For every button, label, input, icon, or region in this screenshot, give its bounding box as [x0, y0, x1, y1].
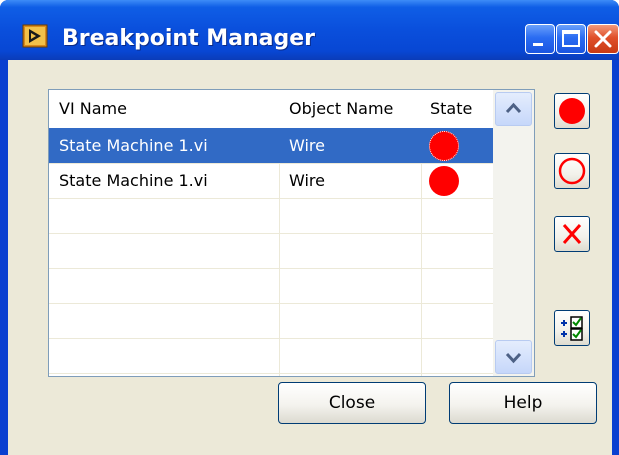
column-header-object-name[interactable]: Object Name — [289, 90, 393, 128]
table-row[interactable]: State Machine 1.vi Wire — [49, 163, 493, 198]
help-button[interactable]: Help — [449, 382, 597, 424]
show-options-button[interactable] — [554, 310, 590, 346]
table-row[interactable]: State Machine 1.vi Wire — [49, 128, 493, 163]
object-name-cell: Wire — [289, 171, 325, 190]
breakpoint-enabled-icon — [429, 131, 459, 161]
row-divider — [49, 268, 493, 269]
breakpoint-manager-window: Breakpoint Manager VI Name Object Name S… — [0, 0, 619, 455]
filled-red-circle-icon — [559, 98, 585, 124]
red-x-icon — [562, 224, 582, 244]
enable-breakpoint-button[interactable] — [554, 93, 590, 129]
state-cell[interactable] — [422, 128, 493, 163]
chevron-down-icon — [505, 352, 522, 364]
close-window-button[interactable] — [587, 24, 619, 54]
add-checkbox-icon — [561, 316, 583, 341]
breakpoint-enabled-icon — [429, 166, 459, 196]
breakpoint-list[interactable]: VI Name Object Name State State Machine … — [48, 89, 535, 377]
row-divider — [49, 198, 493, 199]
hollow-red-circle-icon — [558, 157, 586, 185]
minimize-button[interactable] — [525, 24, 555, 54]
column-header-vi-name[interactable]: VI Name — [59, 90, 127, 128]
minimize-icon — [533, 43, 543, 46]
close-icon — [594, 30, 612, 48]
disable-breakpoint-button[interactable] — [554, 153, 590, 189]
scroll-up-button[interactable] — [495, 92, 532, 126]
chevron-up-icon — [505, 102, 522, 114]
column-header-state[interactable]: State — [430, 90, 472, 128]
object-name-cell: Wire — [289, 136, 325, 155]
row-divider — [49, 373, 493, 374]
row-divider — [49, 303, 493, 304]
dialog-body: VI Name Object Name State State Machine … — [8, 60, 612, 455]
row-divider — [49, 338, 493, 339]
labview-app-icon — [22, 24, 48, 48]
clear-breakpoint-button[interactable] — [554, 216, 590, 252]
state-cell[interactable] — [422, 163, 493, 198]
vi-name-cell: State Machine 1.vi — [59, 136, 208, 155]
scroll-down-button[interactable] — [495, 340, 532, 374]
vertical-scrollbar[interactable] — [493, 90, 534, 376]
close-button[interactable]: Close — [278, 382, 426, 424]
window-title: Breakpoint Manager — [62, 26, 316, 51]
maximize-icon — [562, 30, 580, 47]
maximize-button[interactable] — [556, 24, 586, 54]
title-bar[interactable]: Breakpoint Manager — [0, 0, 619, 60]
vi-name-cell: State Machine 1.vi — [59, 171, 208, 190]
row-divider — [49, 233, 493, 234]
